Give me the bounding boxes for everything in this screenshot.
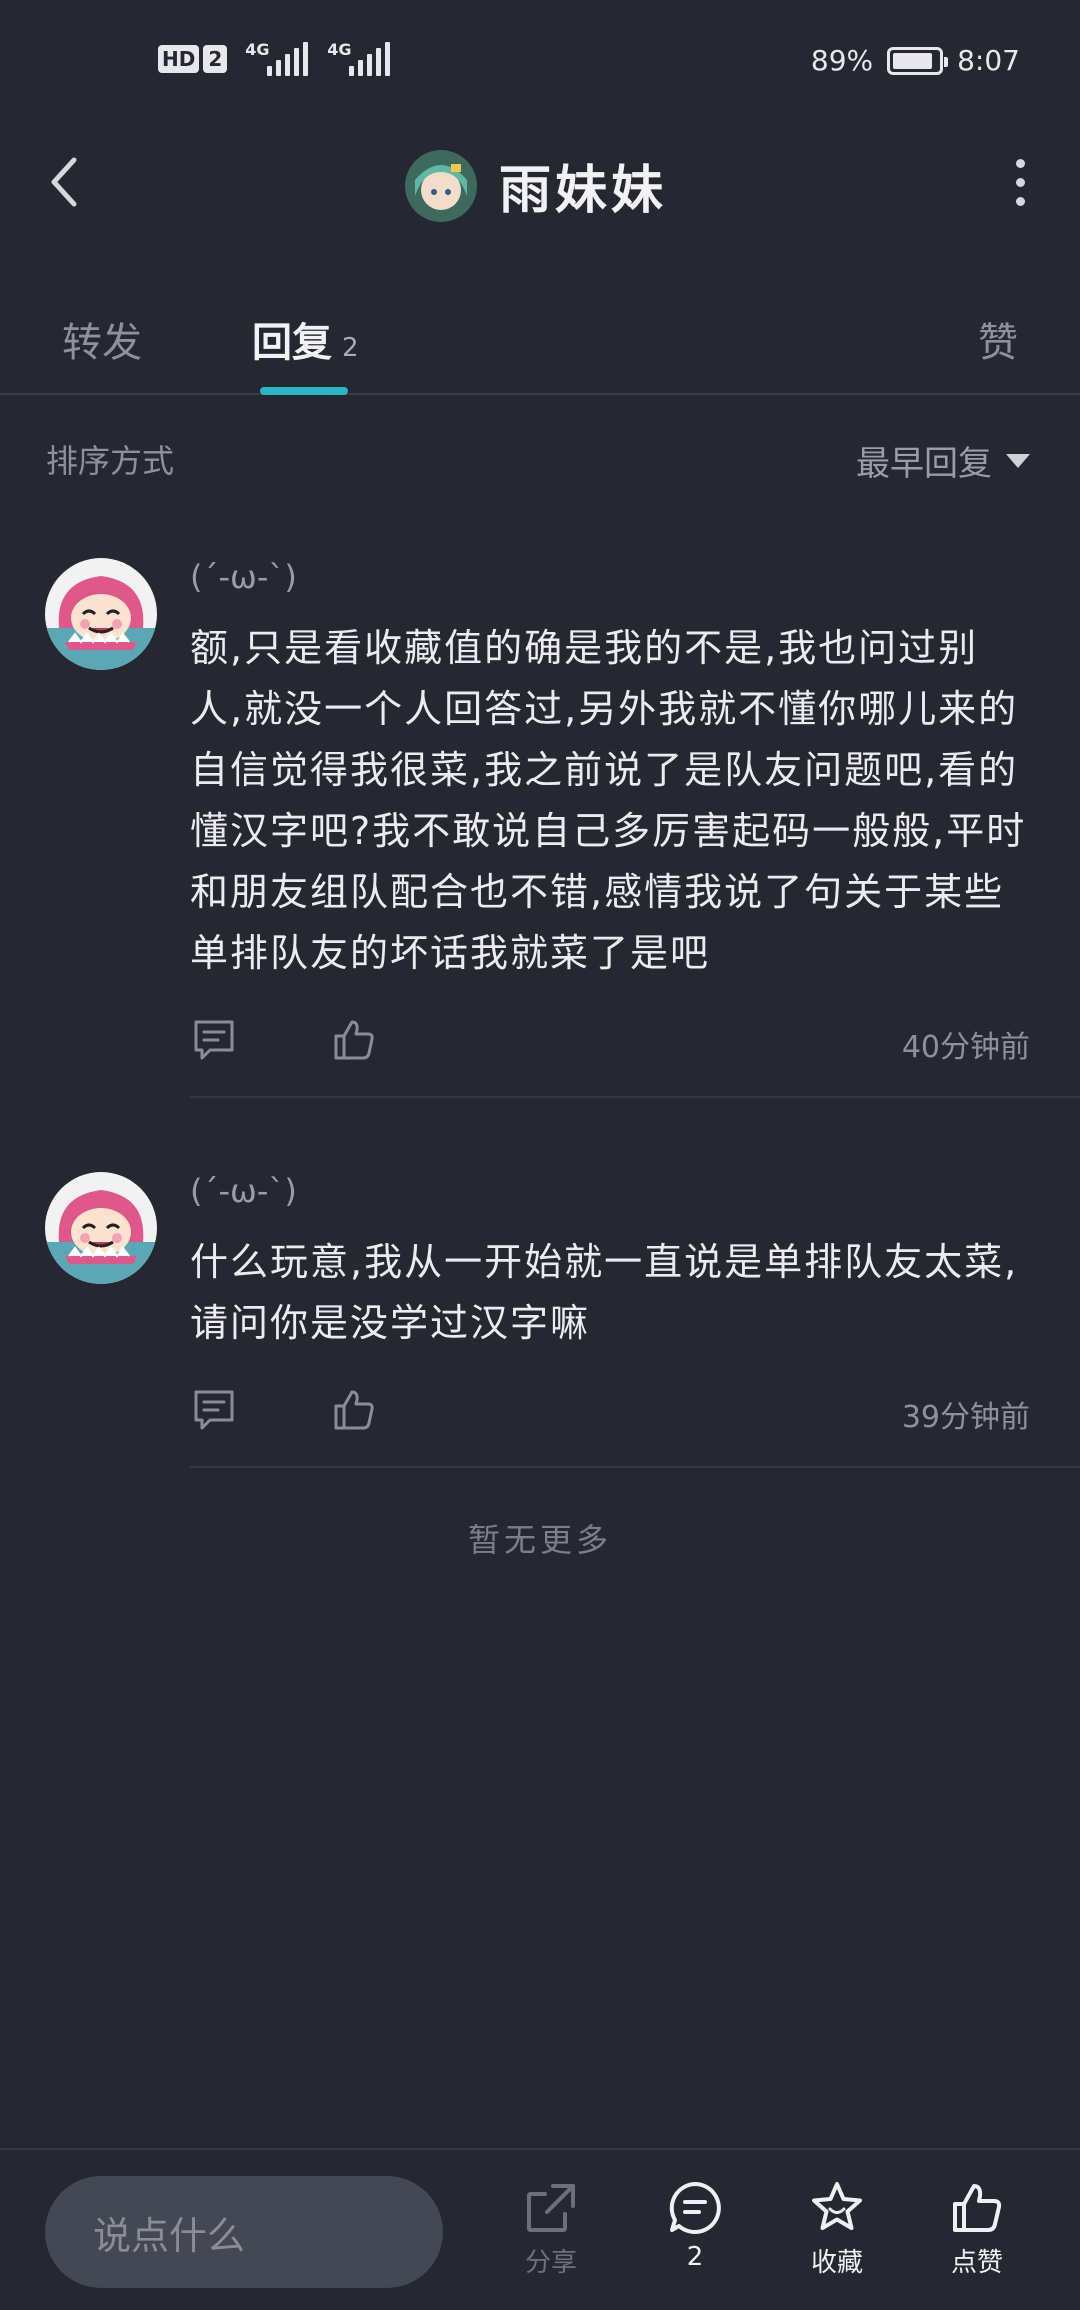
avatar[interactable] [45,558,157,670]
battery-percent: 89% [810,44,874,77]
sort-bar: 排序方式 最早回复 [0,430,1080,490]
reply-detail-screen: HD 2 4G 4G 89% 8:07 雨妹妹 转发 回复 2 赞 排序方式 最… [0,0,1080,2310]
comment-actions: 40分钟前 [190,1016,1040,1076]
comment-timestamp: 40分钟前 [901,1030,1030,1065]
thumbs-up-icon [334,1020,374,1060]
more-options-button[interactable] [990,152,1050,212]
caret-down-icon [1006,453,1030,468]
battery-fill [893,52,933,69]
tab-reply-count: 2 [342,333,359,363]
reply-button[interactable] [190,1386,238,1434]
network-type-1: 4G [245,40,270,59]
comments-count: 2 [686,2242,704,2272]
active-tab-indicator [260,387,348,395]
comment-icon [194,1020,234,1060]
share-button[interactable]: 分享 [496,2180,606,2279]
header-title-group[interactable]: 雨妹妹 [405,148,667,223]
thumbs-up-icon [953,2184,1002,2232]
comment-text: 额,只是看收藏值的确是我的不是,我也问过别人,就没一个人回答过,另外我就不懂你哪… [190,626,1027,975]
hd-volte-icon: HD 2 [158,45,228,73]
like-button[interactable] [330,1016,378,1064]
comment-icon [194,1390,234,1430]
app-header: 雨妹妹 [0,130,1080,240]
comment-divider [190,1466,1080,1468]
chat-bubble-icon [669,2182,721,2234]
comment-author[interactable]: (´-ω-`) [190,1172,297,1210]
tab-reply[interactable]: 回复 2 [252,310,359,368]
signal-2-icon: 4G [327,40,391,76]
favorite-label: 收藏 [810,2248,863,2278]
reply-input[interactable]: 说点什么 [45,2176,443,2288]
favorite-button[interactable]: 收藏 [782,2180,892,2279]
tab-bar: 转发 回复 2 赞 [0,290,1080,395]
tab-reply-label: 回复 [252,320,332,366]
bottom-action-bar: 说点什么 分享 2 收藏 点赞 [0,2148,1080,2310]
status-bar-left: HD 2 4G 4G [158,40,391,76]
like-button[interactable] [330,1386,378,1434]
status-bar-right: 89% 8:07 [811,44,1020,77]
sort-dropdown[interactable]: 最早回复 [856,436,1030,485]
like-label: 点赞 [950,2248,1003,2278]
comments-button[interactable]: 2 [640,2180,750,2272]
comment-author[interactable]: (´-ω-`) [190,558,297,596]
avatar[interactable] [45,1172,157,1284]
chevron-left-icon [51,157,77,207]
thumbs-up-icon [334,1390,374,1430]
like-post-button[interactable]: 点赞 [922,2180,1032,2279]
comment-divider [190,1096,1080,1098]
sort-label: 排序方式 [46,442,175,480]
title-avatar[interactable] [405,149,477,222]
more-vertical-icon [1015,158,1025,168]
sort-selected-value: 最早回复 [856,444,992,484]
star-icon [812,2182,862,2230]
comment-timestamp: 39分钟前 [901,1400,1030,1435]
share-label: 分享 [524,2248,577,2278]
comment-text: 什么玩意,我从一开始就一直说是单排队友太菜,请问你是没学过汉字嘛 [190,1240,1019,1345]
page-title: 雨妹妹 [499,161,668,221]
tab-like[interactable]: 赞 [978,310,1018,368]
hd-sim-number: 2 [203,45,228,73]
tab-forward[interactable]: 转发 [62,310,142,368]
reply-button[interactable] [190,1016,238,1064]
reply-input-placeholder: 说点什么 [93,2213,246,2258]
no-more-text: 暂无更多 [467,1521,612,1559]
network-type-2: 4G [327,40,352,59]
clock: 8:07 [957,44,1020,77]
comment-actions: 39分钟前 [190,1386,1040,1446]
signal-1-icon: 4G [245,40,309,76]
battery-icon [887,46,949,75]
share-icon [527,2184,575,2232]
status-bar: HD 2 4G 4G 89% 8:07 [0,0,1080,110]
back-button[interactable] [40,152,100,212]
hd-label: HD [158,45,200,73]
